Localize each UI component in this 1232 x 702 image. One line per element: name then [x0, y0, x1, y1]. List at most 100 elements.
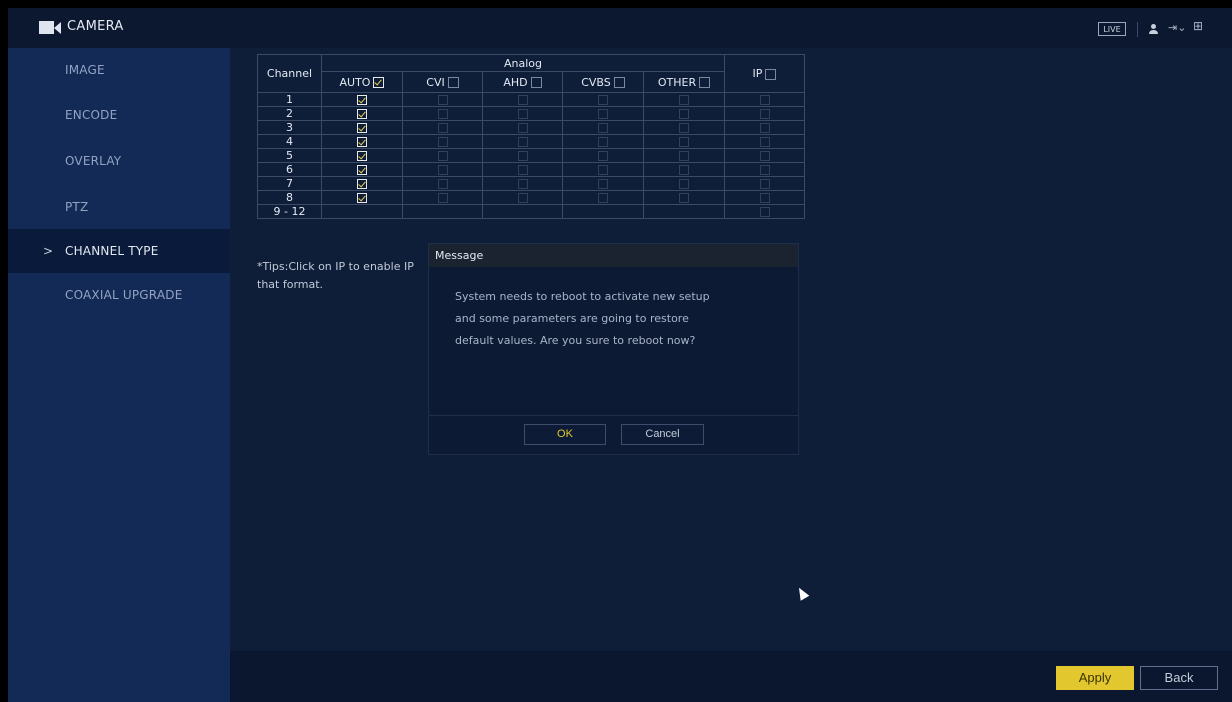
sidebar-item-channel-type[interactable]: > CHANNEL TYPE: [8, 229, 230, 273]
cvi-cell: [402, 176, 483, 191]
ip-cell: [724, 162, 805, 177]
ahd-checkbox[interactable]: [517, 179, 528, 189]
ip-cell: [724, 106, 805, 121]
cvbs-checkbox[interactable]: [598, 193, 608, 203]
table-row: 5: [257, 148, 805, 163]
auto-checkbox[interactable]: [357, 165, 367, 175]
auto-select-all-checkbox[interactable]: [373, 77, 385, 88]
ip-checkbox[interactable]: [759, 179, 770, 189]
chevron-right-icon: >: [43, 244, 54, 258]
auto-cell: [321, 204, 403, 219]
live-button[interactable]: LIVE: [1098, 22, 1126, 36]
ahd-checkbox[interactable]: [517, 109, 528, 119]
ip-checkbox[interactable]: [759, 151, 770, 161]
ahd-checkbox[interactable]: [517, 95, 528, 105]
cvi-checkbox[interactable]: [437, 165, 448, 175]
auto-checkbox[interactable]: [357, 137, 367, 147]
other-checkbox[interactable]: [679, 123, 689, 133]
ok-button[interactable]: OK: [524, 424, 606, 445]
other-checkbox[interactable]: [679, 137, 689, 147]
sidebar-item-coaxial-upgrade[interactable]: COAXIAL UPGRADE: [8, 273, 230, 317]
cvi-cell: [402, 190, 483, 205]
table-row: 7: [257, 176, 805, 191]
other-checkbox[interactable]: [679, 151, 689, 161]
ip-checkbox[interactable]: [759, 137, 770, 147]
ip-checkbox[interactable]: [759, 123, 770, 133]
cvbs-checkbox[interactable]: [598, 179, 608, 189]
sidebar-item-overlay[interactable]: OVERLAY: [8, 139, 230, 183]
cvi-cell: [402, 120, 483, 135]
sidebar-item-encode[interactable]: ENCODE: [8, 93, 230, 137]
other-select-all-checkbox[interactable]: [699, 77, 711, 88]
cvi-cell: [402, 162, 483, 177]
cvi-checkbox[interactable]: [437, 151, 448, 161]
cvi-checkbox[interactable]: [437, 179, 448, 189]
auto-checkbox[interactable]: [357, 95, 367, 105]
auto-checkbox[interactable]: [357, 193, 367, 203]
sidebar-item-image[interactable]: IMAGE: [8, 48, 230, 92]
ahd-header: AHD: [482, 71, 563, 93]
cvi-checkbox[interactable]: [437, 137, 448, 147]
ip-cell: [724, 190, 805, 205]
cvi-select-all-checkbox[interactable]: [447, 77, 459, 88]
sidebar-item-ptz[interactable]: PTZ: [8, 185, 230, 229]
table-row: 1: [257, 92, 805, 107]
channel-cell: 8: [257, 190, 322, 205]
cvbs-cell: [562, 106, 644, 121]
other-cell: [643, 134, 725, 149]
cvi-checkbox[interactable]: [437, 193, 448, 203]
cvbs-checkbox[interactable]: [598, 109, 608, 119]
auto-cell: [321, 176, 403, 191]
table-row: 6: [257, 162, 805, 177]
other-checkbox[interactable]: [679, 95, 689, 105]
other-checkbox[interactable]: [679, 179, 689, 189]
ahd-checkbox[interactable]: [517, 137, 528, 147]
other-cell: [643, 176, 725, 191]
other-checkbox[interactable]: [679, 193, 689, 203]
ip-checkbox[interactable]: [759, 95, 770, 105]
auto-checkbox[interactable]: [357, 179, 367, 189]
ahd-checkbox[interactable]: [517, 193, 528, 203]
cvbs-cell: [562, 148, 644, 163]
cancel-button[interactable]: Cancel: [621, 424, 704, 445]
ahd-checkbox[interactable]: [517, 123, 528, 133]
auto-cell: [321, 148, 403, 163]
apply-button[interactable]: Apply: [1056, 666, 1134, 690]
cvi-checkbox[interactable]: [437, 123, 448, 133]
cvi-checkbox[interactable]: [437, 95, 448, 105]
channel-cell: 2: [257, 106, 322, 121]
ahd-cell: [482, 190, 563, 205]
channel-cell: 4: [257, 134, 322, 149]
ahd-checkbox[interactable]: [517, 165, 528, 175]
ahd-checkbox[interactable]: [517, 151, 528, 161]
other-checkbox[interactable]: [679, 165, 689, 175]
back-button[interactable]: Back: [1140, 666, 1218, 690]
ip-cell: [724, 148, 805, 163]
auto-checkbox[interactable]: [357, 123, 367, 133]
cvbs-checkbox[interactable]: [598, 137, 608, 147]
ip-checkbox[interactable]: [759, 109, 770, 119]
ip-checkbox[interactable]: [759, 193, 770, 203]
ahd-select-all-checkbox[interactable]: [530, 77, 542, 88]
other-cell: [643, 120, 725, 135]
exit-icon[interactable]: ⇥⌄: [1168, 21, 1186, 34]
user-icon[interactable]: [1148, 24, 1159, 35]
other-header: OTHER: [643, 71, 725, 93]
cvi-cell: [402, 148, 483, 163]
auto-checkbox[interactable]: [357, 109, 367, 119]
ip-checkbox[interactable]: [759, 207, 770, 217]
cvbs-checkbox[interactable]: [598, 165, 608, 175]
cvbs-select-all-checkbox[interactable]: [613, 77, 625, 88]
cvbs-checkbox[interactable]: [598, 123, 608, 133]
grid-icon[interactable]: ⊞: [1193, 19, 1203, 33]
cvbs-checkbox[interactable]: [598, 151, 608, 161]
dialog-divider: [429, 415, 798, 416]
other-checkbox[interactable]: [679, 109, 689, 119]
ip-select-all-checkbox[interactable]: [765, 68, 777, 80]
cvbs-cell: [562, 176, 644, 191]
cvi-checkbox[interactable]: [437, 109, 448, 119]
auto-checkbox[interactable]: [357, 151, 367, 161]
cvbs-checkbox[interactable]: [598, 95, 608, 105]
ahd-cell: [482, 106, 563, 121]
ip-checkbox[interactable]: [759, 165, 770, 175]
